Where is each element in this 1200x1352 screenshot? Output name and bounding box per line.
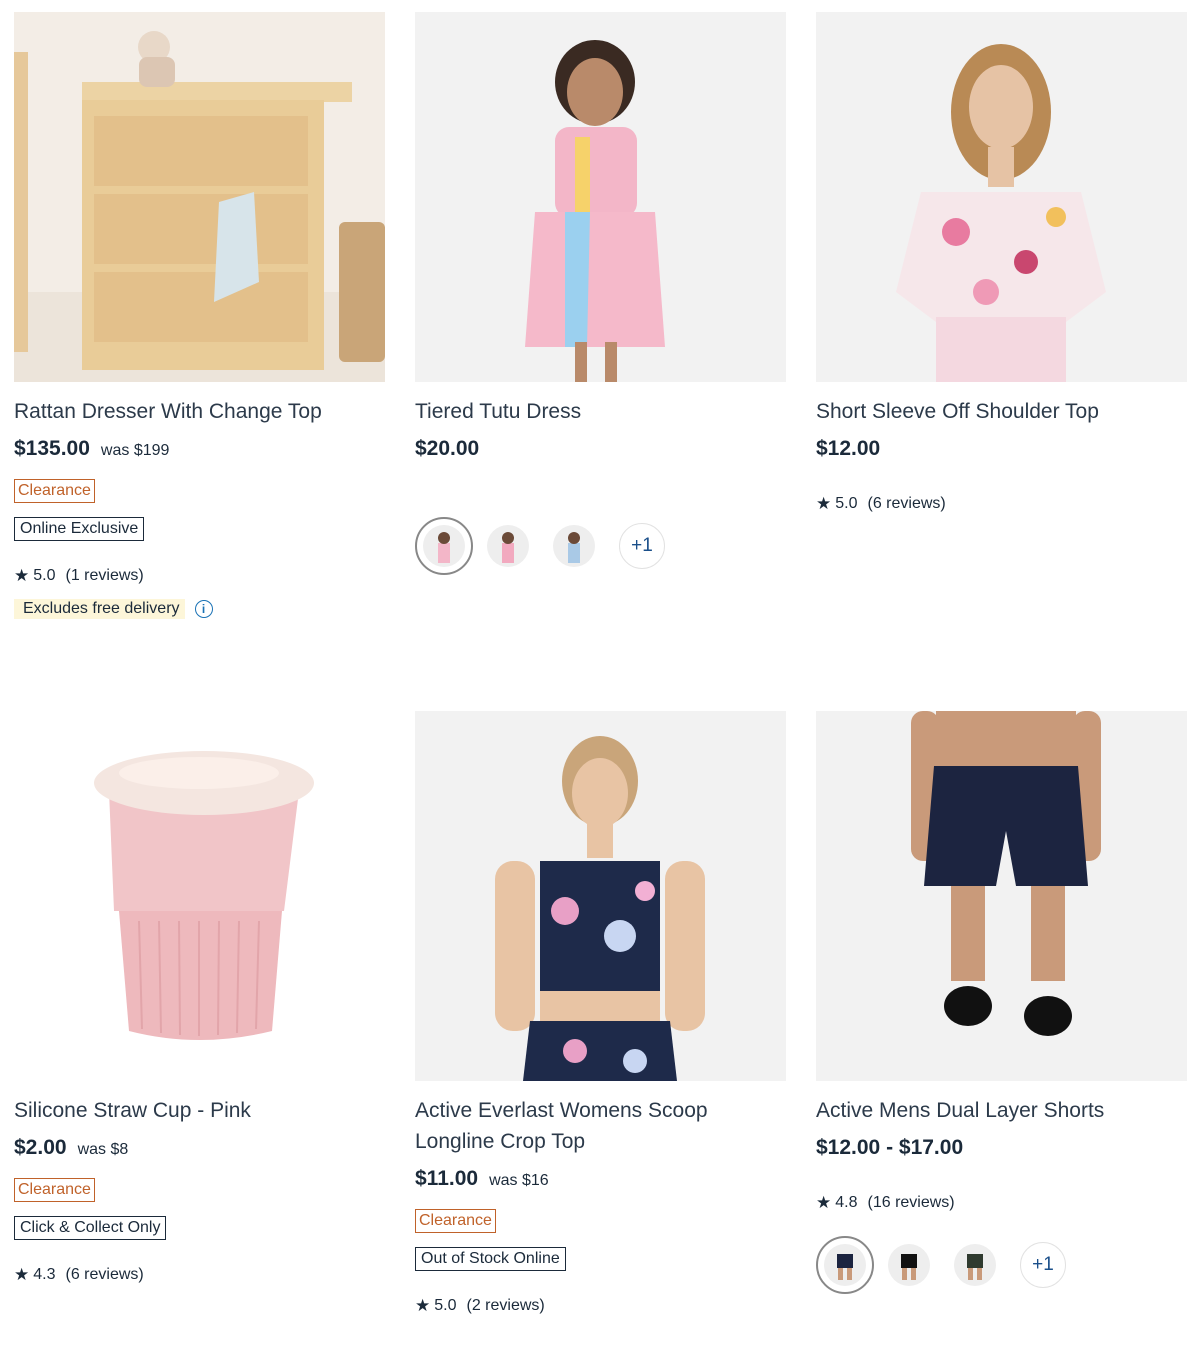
- girl-in-tutu-illustration: [415, 12, 786, 382]
- product-card-crop-top[interactable]: Active Everlast Womens Scoop Longline Cr…: [415, 711, 786, 1317]
- product-image-crop-top[interactable]: [415, 711, 786, 1081]
- product-price: $12.00 - $17.00: [816, 1136, 964, 1159]
- badge-list: Clearance Out of Stock Online: [415, 1209, 786, 1271]
- swatch-black[interactable]: [888, 1244, 930, 1286]
- price-row: $2.00 was $8: [14, 1136, 385, 1166]
- product-image-straw-cup[interactable]: [14, 711, 385, 1081]
- product-title[interactable]: Short Sleeve Off Shoulder Top: [816, 396, 1187, 427]
- review-count: (2 reviews): [466, 1297, 545, 1314]
- dresser-illustration: [14, 12, 385, 382]
- rating: ★ 5.0 (2 reviews): [415, 1295, 786, 1317]
- star-icon: ★: [816, 1193, 832, 1212]
- price-row: $11.00 was $16: [415, 1167, 786, 1197]
- star-icon: ★: [14, 566, 30, 585]
- was-price: was $16: [489, 1172, 549, 1189]
- delivery-note: Excludes free delivery i: [14, 599, 385, 619]
- rating: ★ 4.8 (16 reviews): [816, 1192, 1187, 1214]
- star-icon: ★: [415, 1296, 431, 1315]
- swatch-blue[interactable]: [553, 525, 595, 567]
- color-swatches: +1: [415, 517, 786, 575]
- product-title[interactable]: Active Mens Dual Layer Shorts: [816, 1095, 1187, 1126]
- product-title[interactable]: Active Everlast Womens Scoop Longline Cr…: [415, 1095, 786, 1157]
- star-icon: ★: [816, 494, 832, 513]
- out-of-stock-badge: Out of Stock Online: [415, 1247, 566, 1271]
- product-price: $11.00: [415, 1167, 479, 1190]
- review-count: (16 reviews): [867, 1194, 955, 1211]
- review-count: (6 reviews): [65, 1266, 144, 1283]
- star-icon: ★: [14, 1265, 30, 1284]
- price-row: $12.00: [816, 437, 1187, 467]
- product-image-rattan-dresser[interactable]: [14, 12, 385, 382]
- price-row: $135.00 was $199: [14, 437, 385, 467]
- badge-list: Clearance Click & Collect Only: [14, 1178, 385, 1240]
- online-exclusive-badge: Online Exclusive: [14, 517, 145, 541]
- product-price: $2.00: [14, 1136, 67, 1159]
- swatch-navy[interactable]: [816, 1236, 874, 1294]
- badge-list: Clearance Online Exclusive: [14, 479, 385, 541]
- product-title[interactable]: Rattan Dresser With Change Top: [14, 396, 385, 427]
- more-swatches-button[interactable]: +1: [619, 523, 665, 569]
- clearance-badge: Clearance: [14, 1178, 95, 1202]
- product-card-off-shoulder-top[interactable]: Short Sleeve Off Shoulder Top $12.00 ★ 5…: [816, 12, 1187, 515]
- rating-value: 4.3: [33, 1266, 56, 1283]
- color-swatches: +1: [816, 1236, 1187, 1294]
- product-title[interactable]: Tiered Tutu Dress: [415, 396, 786, 427]
- was-price: was $8: [77, 1141, 129, 1158]
- rating-value: 5.0: [434, 1297, 457, 1314]
- rating-value: 4.8: [835, 1194, 858, 1211]
- review-count: (1 reviews): [65, 567, 144, 584]
- rating: ★ 5.0 (1 reviews): [14, 565, 385, 587]
- rating: ★ 4.3 (6 reviews): [14, 1264, 385, 1286]
- product-image-tutu-dress[interactable]: [415, 12, 786, 382]
- info-icon[interactable]: i: [194, 600, 213, 618]
- man-in-shorts-illustration: [816, 711, 1187, 1081]
- clearance-badge: Clearance: [415, 1209, 496, 1233]
- product-price: $20.00: [415, 437, 480, 460]
- more-swatches-button[interactable]: +1: [1020, 1242, 1066, 1288]
- was-price: was $199: [100, 442, 170, 459]
- click-collect-badge: Click & Collect Only: [14, 1216, 167, 1240]
- product-title[interactable]: Silicone Straw Cup - Pink: [14, 1095, 385, 1126]
- swatch-dark-green[interactable]: [954, 1244, 996, 1286]
- product-card-mens-shorts[interactable]: Active Mens Dual Layer Shorts $12.00 - $…: [816, 711, 1187, 1294]
- rating: ★ 5.0 (6 reviews): [816, 493, 1187, 515]
- product-image-off-shoulder-top[interactable]: [816, 12, 1187, 382]
- product-card-rattan-dresser[interactable]: Rattan Dresser With Change Top $135.00 w…: [14, 12, 385, 619]
- rating-value: 5.0: [33, 567, 56, 584]
- swatch-pink[interactable]: [487, 525, 529, 567]
- review-count: (6 reviews): [867, 495, 946, 512]
- price-row: $20.00: [415, 437, 786, 467]
- delivery-note-text: Excludes free delivery: [14, 599, 185, 619]
- product-card-straw-cup[interactable]: Silicone Straw Cup - Pink $2.00 was $8 C…: [14, 711, 385, 1286]
- product-image-mens-shorts[interactable]: [816, 711, 1187, 1081]
- pink-cup-illustration: [14, 711, 385, 1081]
- woman-floral-top-illustration: [816, 12, 1187, 382]
- woman-crop-top-illustration: [415, 711, 786, 1081]
- clearance-badge: Clearance: [14, 479, 95, 503]
- product-price: $135.00: [14, 437, 90, 460]
- swatch-pink-unicorn[interactable]: [415, 517, 473, 575]
- price-row: $12.00 - $17.00: [816, 1136, 1187, 1166]
- rating-value: 5.0: [835, 495, 858, 512]
- product-card-tutu-dress[interactable]: Tiered Tutu Dress $20.00 +1: [415, 12, 786, 575]
- product-price: $12.00: [816, 437, 881, 460]
